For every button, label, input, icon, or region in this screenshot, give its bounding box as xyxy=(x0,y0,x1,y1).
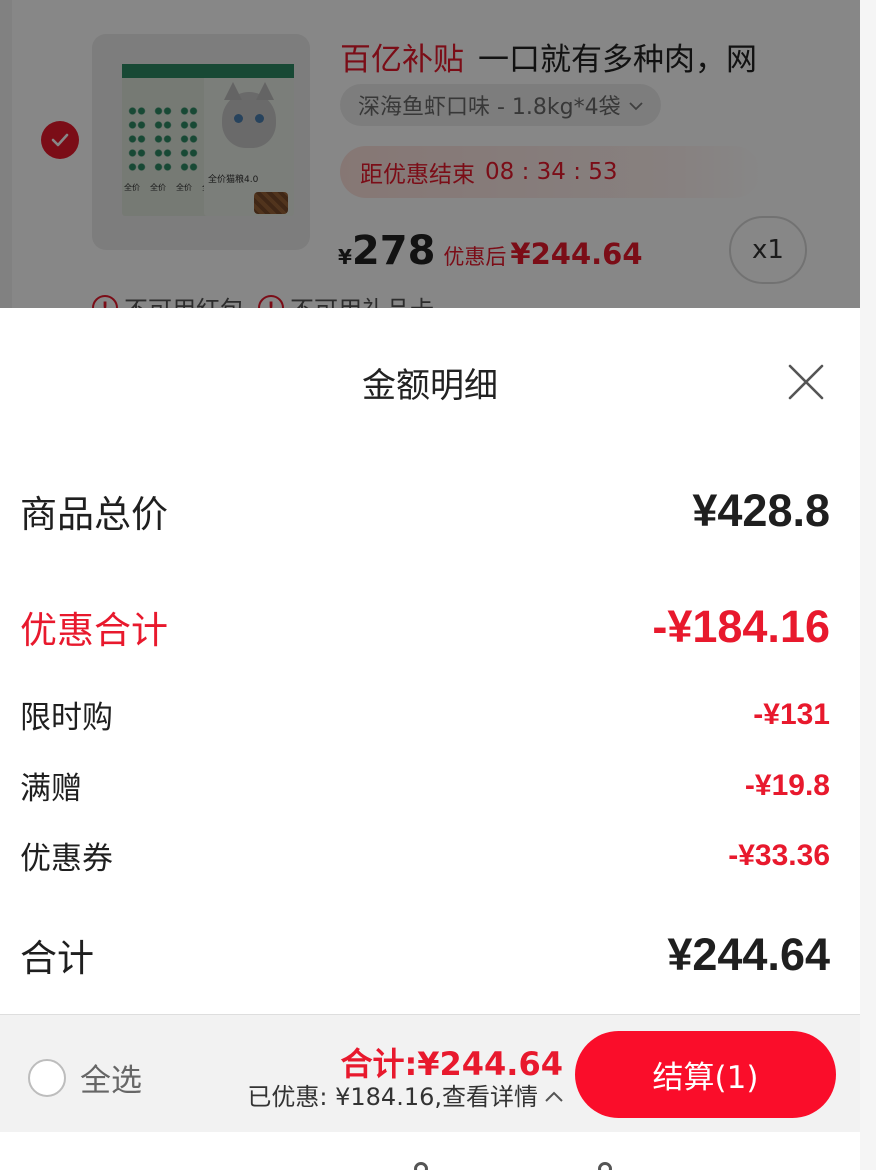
bottom-nav xyxy=(0,1132,860,1170)
discount-item-label: 满赠 xyxy=(20,771,82,807)
scrollbar[interactable] xyxy=(860,0,876,1170)
discount-item-label: 限时购 xyxy=(20,700,113,736)
discount-item-row: 优惠券 -¥33.36 xyxy=(20,833,830,878)
discount-item-label: 优惠券 xyxy=(20,841,113,877)
discount-total-value: -¥184.16 xyxy=(652,601,830,652)
goods-total-value: ¥428.8 xyxy=(692,485,830,536)
close-icon xyxy=(788,364,824,400)
discount-total-label: 优惠合计 xyxy=(20,609,168,652)
final-total-label: 合计 xyxy=(20,937,94,980)
sheet-title: 金额明细 xyxy=(362,366,498,406)
saved-text: 已优惠: ¥184.16,查看详情 xyxy=(247,1083,538,1111)
nav-icon[interactable] xyxy=(598,1162,612,1170)
discount-item-value: -¥131 xyxy=(753,697,830,731)
view-details-link[interactable]: 已优惠: ¥184.16,查看详情 xyxy=(247,1077,564,1112)
discount-item-value: -¥33.36 xyxy=(728,838,830,872)
cart-background: 全价 全价 全价 全价 全价猫粮4.0 百亿补贴一口就有多种肉，网 深海鱼虾口味… xyxy=(0,0,860,308)
discount-total-row: 优惠合计 -¥184.16 xyxy=(20,600,830,654)
modal-overlay[interactable] xyxy=(0,0,860,308)
discount-item-row: 满赠 -¥19.8 xyxy=(20,763,830,808)
checkout-bar: 全选 合计:¥244.64 已优惠: ¥184.16,查看详情 结算(1) xyxy=(0,1014,860,1132)
final-total-row: 合计 ¥244.64 xyxy=(20,928,830,982)
amount-detail-sheet: 金额明细 商品总价 ¥428.8 优惠合计 -¥184.16 限时购 -¥131… xyxy=(0,308,860,1014)
discount-item-value: -¥19.8 xyxy=(744,768,830,802)
select-all-label: 全选 xyxy=(80,1063,142,1099)
checkout-button[interactable]: 结算(1) xyxy=(575,1031,836,1118)
select-all-toggle[interactable]: 全选 xyxy=(28,1055,142,1100)
goods-total-row: 商品总价 ¥428.8 xyxy=(20,484,830,538)
close-button[interactable] xyxy=(780,356,832,408)
final-total-value: ¥244.64 xyxy=(667,929,830,980)
nav-icon[interactable] xyxy=(414,1162,428,1170)
discount-item-row: 限时购 -¥131 xyxy=(20,692,830,737)
chevron-up-icon xyxy=(544,1081,564,1109)
goods-total-label: 商品总价 xyxy=(20,493,168,536)
select-all-radio[interactable] xyxy=(28,1058,66,1097)
